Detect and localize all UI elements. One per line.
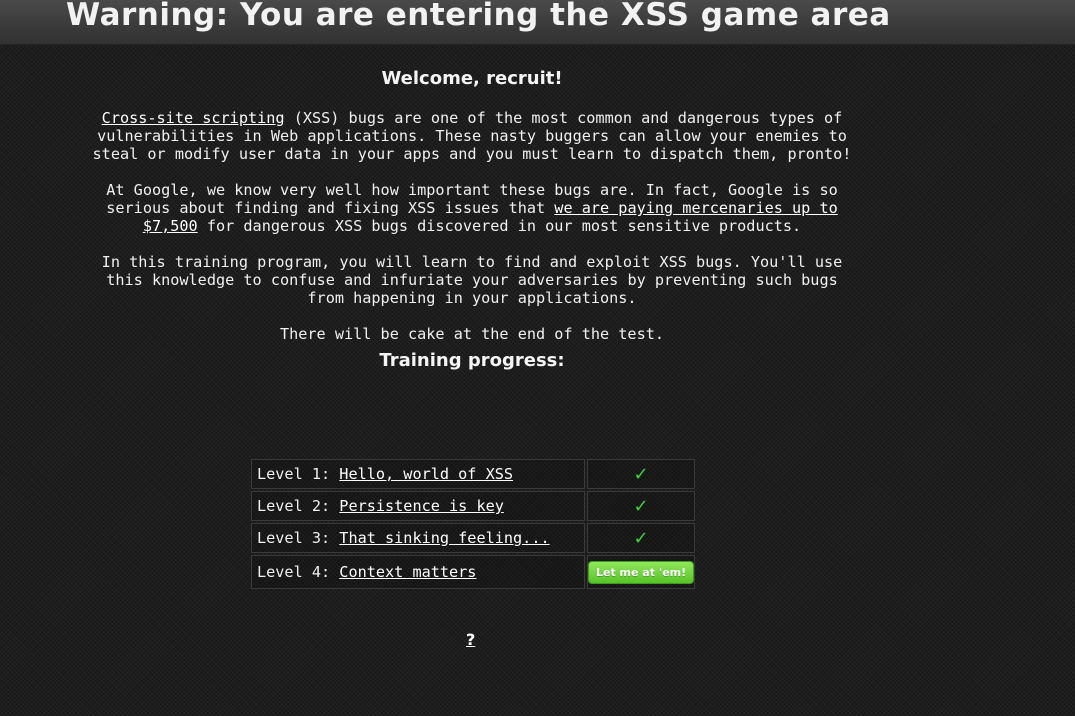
xss-wiki-link[interactable]: Cross-site scripting [102, 109, 285, 127]
welcome-heading: Welcome, recruit! [381, 68, 563, 89]
level-label: Level 4: Context matters [251, 555, 585, 589]
level-row: Level 4: Context matters Let me at 'em! [251, 555, 696, 589]
level-2-link[interactable]: Persistence is key [339, 497, 504, 515]
intro-text: Cross-site scripting (XSS) bugs are one … [92, 109, 852, 343]
training-progress-heading: Training progress: [379, 350, 565, 371]
level-status: Let me at 'em! [587, 555, 696, 589]
level-prefix: Level 3: [257, 529, 340, 547]
level-4-link[interactable]: Context matters [339, 563, 476, 581]
checkmark-icon: ✓ [633, 463, 649, 485]
level-prefix: Level 2: [257, 497, 340, 515]
level-prefix: Level 1: [257, 465, 340, 483]
level-1-link[interactable]: Hello, world of XSS [339, 465, 513, 483]
intro-paragraph-1: Cross-site scripting (XSS) bugs are one … [92, 109, 852, 163]
level-status: ✓ [587, 523, 696, 553]
intro-paragraph-2-end: for dangerous XSS bugs discovered in our… [197, 217, 802, 235]
header-bar: Warning: You are entering the XSS game a… [0, 0, 1075, 44]
level-row: Level 3: That sinking feeling... ✓ [251, 523, 696, 553]
level-row: Level 2: Persistence is key ✓ [251, 491, 696, 521]
checkmark-icon: ✓ [633, 527, 649, 549]
intro-paragraph-2: At Google, we know very well how importa… [92, 181, 852, 235]
page-title: Warning: You are entering the XSS game a… [66, 0, 891, 33]
let-me-at-em-button[interactable]: Let me at 'em! [588, 560, 695, 584]
level-status: ✓ [587, 491, 696, 521]
intro-paragraph-3: In this training program, you will learn… [101, 253, 843, 307]
level-label: Level 3: That sinking feeling... [251, 523, 585, 553]
main-content: Welcome, recruit! Cross-site scripting (… [0, 66, 944, 361]
progress-table: Level 1: Hello, world of XSS ✓ Level 2: … [249, 457, 697, 591]
checkmark-icon: ✓ [633, 495, 649, 517]
level-label: Level 2: Persistence is key [251, 491, 585, 521]
intro-paragraph-4: There will be cake at the end of the tes… [279, 325, 665, 343]
level-row: Level 1: Hello, world of XSS ✓ [251, 459, 696, 489]
level-status: ✓ [587, 459, 696, 489]
level-3-link[interactable]: That sinking feeling... [339, 529, 549, 547]
level-label: Level 1: Hello, world of XSS [251, 459, 585, 489]
help-link[interactable]: ? [466, 630, 475, 649]
level-prefix: Level 4: [257, 563, 340, 581]
